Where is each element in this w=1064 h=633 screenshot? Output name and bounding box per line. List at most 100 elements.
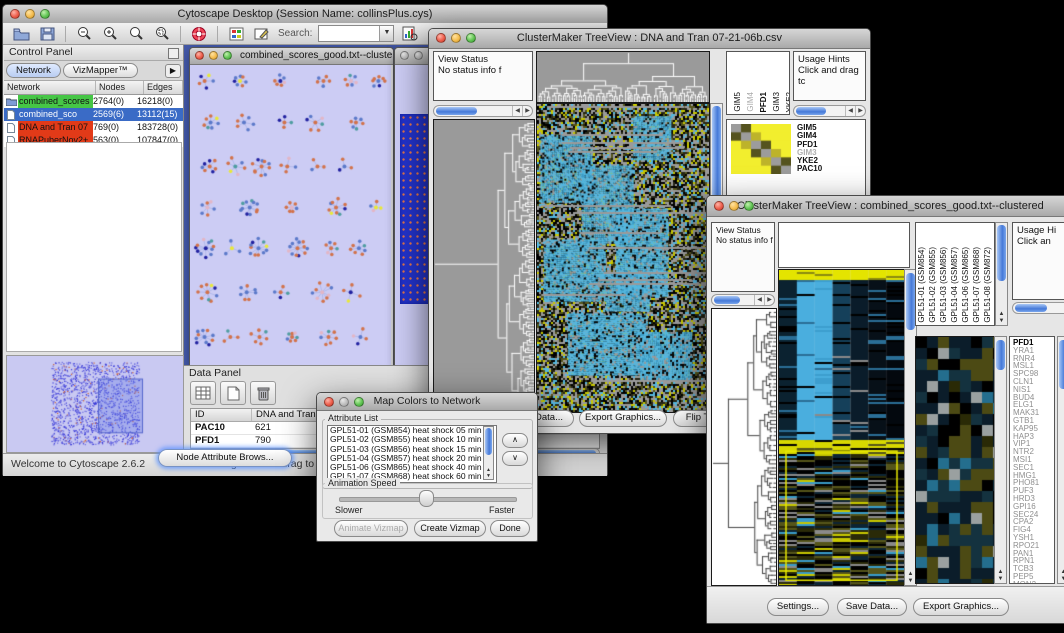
scroll-arrows-icon[interactable]: ▲▼ (1058, 569, 1064, 583)
birdseye-view[interactable] (6, 355, 184, 453)
column-label[interactable]: GPL51-03 (GSM856) (939, 247, 949, 323)
column-label[interactable]: GPL51-07 (GSM868) (972, 247, 982, 323)
tab-vizmapper[interactable]: VizMapper™ (63, 63, 138, 78)
plugin-report-button[interactable] (400, 25, 420, 43)
close-button[interactable] (400, 51, 409, 60)
minimize-button[interactable] (451, 33, 461, 43)
attribute-list-scrollbar[interactable]: ▲▼ (483, 426, 494, 480)
zoom-window-button[interactable] (223, 51, 232, 60)
scroll-right-icon[interactable]: ▶ (522, 106, 532, 116)
gene-label[interactable]: PAC10 (797, 165, 822, 173)
export-graphics-button[interactable]: Export Graphics... (579, 410, 667, 427)
column-label[interactable]: YKE2 (785, 92, 790, 112)
create-vizmap-button[interactable]: Create Vizmap (414, 520, 486, 537)
column-dendrogram[interactable] (536, 51, 710, 103)
network-row[interactable]: DNA and Tran 07769(0)183728(0) (4, 121, 183, 134)
tab-network[interactable]: Network (6, 63, 61, 78)
scrollbar-thumb[interactable] (1059, 340, 1064, 389)
dialog-titlebar[interactable]: Map Colors to Network (317, 393, 537, 411)
zoom-window-button[interactable] (354, 397, 364, 407)
column-label[interactable]: GIM4 (746, 92, 756, 112)
usage-hints-scrollbar[interactable]: ◀ ▶ (1012, 302, 1064, 314)
scroll-left-icon[interactable]: ◀ (512, 106, 522, 116)
help-button[interactable] (189, 25, 209, 43)
zoom-in-button[interactable] (100, 25, 120, 43)
move-up-button[interactable]: ∧ (502, 433, 528, 448)
column-edges[interactable]: Edges (144, 81, 183, 94)
scroll-right-icon[interactable]: ▶ (855, 106, 865, 116)
more-tabs-button[interactable]: ▶ (165, 64, 181, 78)
done-button[interactable]: Done (490, 520, 530, 537)
zoom-window-button[interactable] (466, 33, 476, 43)
scroll-arrows-icon[interactable]: ▲▼ (995, 569, 1006, 583)
gene-list[interactable]: PFD1YRA1RNR4MSL1SPC98CLN1NIS1BUD4ELG1MAK… (1009, 336, 1055, 584)
column-label[interactable]: PFD1 (759, 92, 769, 112)
column-label[interactable]: GIM5 (733, 92, 743, 112)
attribute-list[interactable]: GPL51-01 (GSM854) heat shock 05 minGPL51… (327, 425, 497, 483)
slider-thumb[interactable] (419, 490, 434, 507)
vizmapper-button[interactable] (226, 25, 246, 43)
column-label[interactable]: GIM3 (772, 92, 782, 112)
minimize-button[interactable] (339, 397, 349, 407)
cytoscape-titlebar[interactable]: Cytoscape Desktop (Session Name: collins… (3, 5, 607, 24)
scroll-left-icon[interactable]: ◀ (845, 106, 855, 116)
search-input[interactable]: ▼ (318, 25, 394, 42)
close-button[interactable] (714, 201, 724, 211)
column-nodes[interactable]: Nodes (96, 81, 144, 94)
chevron-down-icon[interactable]: ▼ (379, 26, 393, 41)
node-attribute-browser-button[interactable]: Node Attribute Brows... (158, 449, 292, 467)
scroll-right-icon[interactable]: ▶ (764, 295, 774, 305)
column-id[interactable]: ID (191, 409, 252, 421)
column-network[interactable]: Network (4, 81, 96, 94)
zoom-fit-button[interactable] (152, 25, 172, 43)
close-button[interactable] (324, 397, 334, 407)
minimize-button[interactable] (209, 51, 218, 60)
treeview1-titlebar[interactable]: ClusterMaker TreeView : DNA and Tran 07-… (429, 29, 870, 49)
close-button[interactable] (436, 33, 446, 43)
minimize-button[interactable] (25, 9, 35, 19)
heatmap-global-view[interactable] (778, 269, 905, 586)
scrollbar-thumb[interactable] (485, 428, 492, 455)
minimize-button[interactable] (729, 201, 739, 211)
scroll-arrows-icon[interactable]: ▲▼ (996, 311, 1007, 325)
usage-hints-scrollbar[interactable]: ◀ ▶ (793, 105, 866, 117)
heatmap-global-view[interactable] (536, 103, 710, 413)
open-button[interactable] (11, 25, 31, 43)
save-data-button[interactable]: Save Data... (837, 598, 907, 616)
scrollbar-thumb[interactable] (906, 273, 915, 330)
save-button[interactable] (37, 25, 57, 43)
zoom-out-button[interactable] (74, 25, 94, 43)
scrollbar-thumb[interactable] (996, 340, 1005, 370)
scrollbar-thumb[interactable] (997, 225, 1006, 281)
scrollbar-thumb[interactable] (1015, 304, 1047, 312)
zoom-window-button[interactable] (40, 9, 50, 19)
minimize-button[interactable] (414, 51, 423, 60)
scrollbar-thumb[interactable] (714, 296, 740, 304)
network-view-titlebar[interactable]: combined_scores_good.txt--cluste... (190, 48, 393, 65)
column-label[interactable]: GPL51-04 (GSM857) (950, 247, 960, 323)
gene-label[interactable]: MON2 (1013, 581, 1054, 584)
zoom-scrollbar[interactable]: ▲▼ (994, 336, 1007, 584)
zoom-heatmap[interactable] (731, 124, 791, 174)
zoom-selected-button[interactable] (126, 25, 146, 43)
gene-list-scrollbar[interactable]: ▲▼ (1057, 336, 1064, 584)
network-canvas[interactable] (190, 65, 391, 365)
view-status-scrollbar[interactable]: ◀ ▶ (433, 105, 533, 117)
network-row[interactable]: combined_sco2569(6)13112(15) (4, 108, 183, 121)
column-label[interactable]: GPL51-06 (GSM865) (961, 247, 971, 323)
network-view-window[interactable]: combined_scores_good.txt--cluste... (189, 47, 394, 365)
annotation-button[interactable] (252, 25, 272, 43)
zoom-heatmap[interactable] (915, 336, 995, 584)
row-dendrogram[interactable] (711, 308, 777, 586)
view-status-scrollbar[interactable]: ◀ ▶ (711, 294, 775, 306)
scroll-arrows-icon[interactable]: ▲▼ (484, 467, 493, 479)
treeview2-titlebar[interactable]: ClusterMaker TreeView : combined_scores_… (707, 196, 1064, 217)
scroll-left-icon[interactable]: ◀ (754, 295, 764, 305)
close-button[interactable] (195, 51, 204, 60)
column-labels-scrollbar[interactable]: ▲▼ (995, 222, 1008, 326)
animate-vizmap-button[interactable]: Animate Vizmap (334, 520, 408, 537)
new-attribute-button[interactable] (220, 381, 246, 405)
float-panel-icon[interactable] (168, 48, 179, 59)
scrollbar-thumb[interactable] (796, 107, 826, 115)
export-graphics-button[interactable]: Export Graphics... (913, 598, 1009, 616)
